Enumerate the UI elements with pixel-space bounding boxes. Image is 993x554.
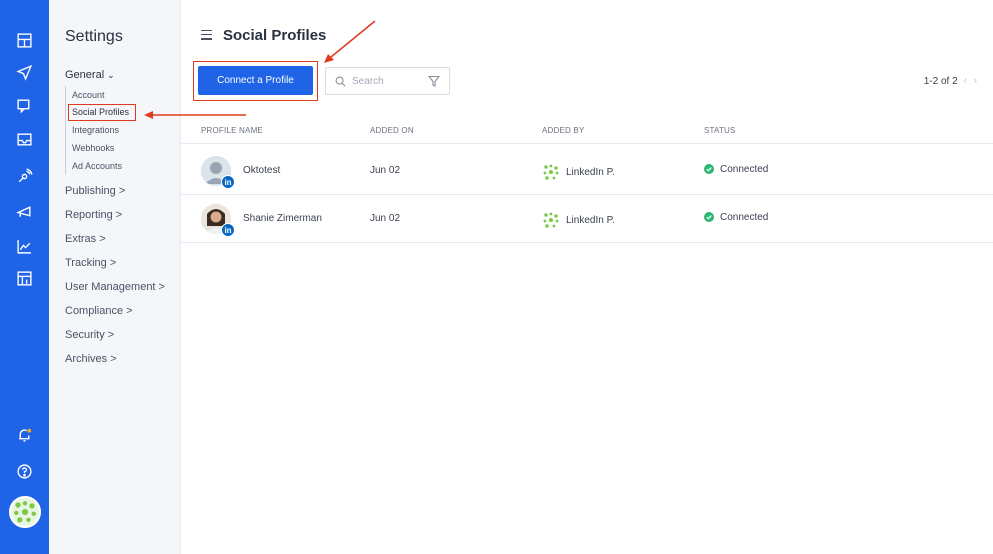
page-title: Social Profiles xyxy=(223,27,327,44)
profile-avatar: in xyxy=(201,204,235,237)
chevron-down-icon: ⌄ xyxy=(107,69,115,80)
nav-section-reporting[interactable]: Reporting > xyxy=(65,209,122,221)
nav-group-general[interactable]: General ⌄ xyxy=(65,69,115,81)
help-icon[interactable] xyxy=(12,459,36,483)
column-header-added-on[interactable]: ADDED ON xyxy=(370,126,414,135)
linkedin-badge-icon: in xyxy=(221,223,235,237)
table-row[interactable]: in Shanie Zimerman Jun 02 LinkedIn P. Co… xyxy=(181,195,993,243)
general-subnav: Account Social Profiles Integrations Web… xyxy=(65,86,175,175)
reports-icon[interactable] xyxy=(12,266,36,290)
added-by: LinkedIn P. xyxy=(542,211,615,229)
inbox-icon[interactable] xyxy=(12,127,36,151)
search-icon xyxy=(335,76,346,87)
settings-nav: Settings General ⌄ Account Social Profil… xyxy=(49,0,181,554)
icon-rail xyxy=(0,0,49,554)
check-circle-icon xyxy=(704,212,714,223)
search-input[interactable] xyxy=(352,75,422,87)
subnav-item-ad-accounts[interactable]: Ad Accounts xyxy=(66,157,175,175)
status-label: Connected xyxy=(720,212,769,223)
added-on: Jun 02 xyxy=(370,165,401,176)
column-header-status[interactable]: STATUS xyxy=(704,126,736,135)
app-window: Settings General ⌄ Account Social Profil… xyxy=(0,0,993,554)
send-icon[interactable] xyxy=(12,60,36,84)
profile-name: Shanie Zimerman xyxy=(243,213,322,224)
settings-title: Settings xyxy=(65,28,123,45)
menu-icon[interactable] xyxy=(201,30,212,40)
column-header-added-by[interactable]: ADDED BY xyxy=(542,126,585,135)
connect-profile-button[interactable]: Connect a Profile xyxy=(198,66,313,95)
nav-section-extras[interactable]: Extras > xyxy=(65,233,106,245)
messages-icon[interactable] xyxy=(12,93,36,117)
profile-avatar: in xyxy=(201,156,235,189)
app-logo-icon xyxy=(543,212,559,228)
added-by-name: LinkedIn P. xyxy=(566,166,615,178)
app-logo-icon xyxy=(543,164,559,180)
main-content: Social Profiles Connect a Profile 1-2 of… xyxy=(181,0,993,554)
column-header-profile-name[interactable]: PROFILE NAME xyxy=(201,126,263,135)
status: Connected xyxy=(704,212,768,223)
added-by: LinkedIn P. xyxy=(542,163,615,181)
subnav-item-integrations[interactable]: Integrations xyxy=(66,121,175,139)
nav-section-publishing[interactable]: Publishing > xyxy=(65,185,125,197)
nav-section-compliance[interactable]: Compliance > xyxy=(65,305,133,317)
nav-section-user-management[interactable]: User Management > xyxy=(65,281,165,293)
listening-icon[interactable] xyxy=(12,164,36,188)
notifications-icon[interactable] xyxy=(12,423,36,447)
search-box[interactable] xyxy=(325,67,450,95)
filter-icon[interactable] xyxy=(428,75,440,87)
nav-group-label: General xyxy=(65,69,105,81)
linkedin-badge-icon: in xyxy=(221,175,235,189)
nav-section-archives[interactable]: Archives > xyxy=(65,353,117,365)
check-circle-icon xyxy=(704,164,714,175)
added-on: Jun 02 xyxy=(370,213,401,224)
added-by-name: LinkedIn P. xyxy=(566,214,615,226)
subnav-item-social-profiles[interactable]: Social Profiles xyxy=(68,104,136,121)
chevron-right-icon[interactable]: › xyxy=(973,75,977,87)
analytics-icon[interactable] xyxy=(12,234,36,258)
table-row[interactable]: in Oktotest Jun 02 LinkedIn P. Connected xyxy=(181,147,993,195)
campaigns-icon[interactable] xyxy=(12,199,36,223)
status: Connected xyxy=(704,164,768,175)
nav-section-security[interactable]: Security > xyxy=(65,329,114,341)
subnav-item-webhooks[interactable]: Webhooks xyxy=(66,139,175,157)
pagination-count: 1-2 of 2 xyxy=(923,75,958,87)
user-avatar[interactable] xyxy=(9,496,41,528)
profile-name: Oktotest xyxy=(243,165,281,176)
dashboard-icon[interactable] xyxy=(12,28,36,52)
table-header: PROFILE NAME ADDED ON ADDED BY STATUS xyxy=(181,120,993,144)
nav-section-tracking[interactable]: Tracking > xyxy=(65,257,116,269)
subnav-item-account[interactable]: Account xyxy=(66,86,175,104)
chevron-left-icon[interactable]: ‹ xyxy=(964,75,968,87)
pagination: 1-2 of 2 ‹ › xyxy=(924,75,977,87)
status-label: Connected xyxy=(720,164,769,175)
